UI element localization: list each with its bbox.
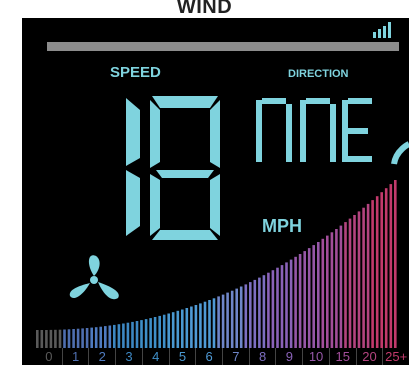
intensity-bar bbox=[181, 309, 184, 348]
intensity-bar bbox=[307, 248, 311, 348]
intensity-bar bbox=[253, 279, 257, 348]
scale-tick: 9 bbox=[275, 348, 302, 365]
intensity-bar bbox=[221, 294, 225, 348]
intensity-bar bbox=[339, 225, 343, 348]
intensity-bar bbox=[226, 292, 229, 348]
intensity-bar bbox=[258, 277, 261, 348]
intensity-bar bbox=[36, 330, 39, 348]
intensity-bar bbox=[239, 286, 243, 348]
intensity-bar bbox=[108, 325, 112, 348]
intensity-bar bbox=[353, 215, 356, 348]
scale-tick: 0 bbox=[45, 349, 53, 364]
intensity-bar bbox=[303, 251, 306, 348]
intensity-bar bbox=[380, 192, 383, 348]
intensity-bar bbox=[271, 270, 275, 348]
intensity-bar bbox=[90, 327, 93, 348]
scale-ticks: 0 1 2 3 4 5 6 7 8 9 10 15 20 25+ bbox=[36, 348, 409, 365]
intensity-bar bbox=[149, 318, 152, 348]
intensity-bar bbox=[285, 262, 288, 348]
scale-tick: 15 bbox=[328, 348, 356, 365]
intensity-bar bbox=[81, 328, 84, 348]
intensity-bar bbox=[357, 211, 361, 348]
intensity-bar bbox=[326, 235, 329, 348]
intensity-bar bbox=[153, 317, 157, 348]
intensity-bar bbox=[99, 326, 102, 348]
intensity-bar bbox=[312, 245, 315, 348]
intensity-bar bbox=[54, 329, 57, 348]
intensity-bar bbox=[40, 330, 44, 348]
intensity-bar bbox=[167, 313, 170, 348]
intensity-bar bbox=[317, 242, 320, 348]
weather-station-display: WIND SPEED DIRECTION MPH 0 1 2 3 4 5 6 7… bbox=[0, 0, 409, 377]
intensity-bar bbox=[49, 329, 53, 348]
intensity-bar bbox=[394, 180, 397, 348]
intensity-bar bbox=[384, 188, 388, 348]
scale-tick: 6 bbox=[195, 348, 222, 365]
intensity-bar bbox=[366, 203, 370, 348]
intensity-bar bbox=[208, 300, 211, 348]
intensity-bar bbox=[126, 322, 130, 348]
wind-intensity-bars bbox=[36, 180, 397, 348]
scale-tick: 1 bbox=[61, 348, 89, 365]
lcd-panel: SPEED DIRECTION MPH 0 1 2 3 4 5 6 7 8 9 … bbox=[22, 18, 409, 365]
intensity-bar bbox=[203, 301, 207, 348]
intensity-bar bbox=[72, 329, 75, 348]
intensity-bar bbox=[85, 328, 89, 348]
scale-tick: 4 bbox=[141, 348, 169, 365]
intensity-bar bbox=[176, 310, 180, 348]
intensity-bar bbox=[276, 267, 279, 348]
intensity-bar bbox=[144, 319, 148, 348]
intensity-bar bbox=[58, 329, 62, 348]
intensity-bar bbox=[212, 298, 216, 348]
intensity-bar bbox=[294, 256, 297, 348]
intensity-bar bbox=[140, 320, 143, 348]
intensity-bar bbox=[45, 330, 48, 348]
scale-tick: 25+ bbox=[382, 348, 409, 365]
scale-tick: 20 bbox=[355, 348, 383, 365]
intensity-bar bbox=[289, 259, 293, 348]
intensity-bar bbox=[389, 184, 393, 348]
intensity-bar bbox=[131, 321, 134, 348]
intensity-bar bbox=[298, 254, 302, 348]
intensity-bar bbox=[171, 312, 175, 348]
intensity-bar bbox=[63, 329, 66, 348]
scale-tick: 5 bbox=[168, 348, 196, 365]
intensity-bar bbox=[335, 229, 338, 348]
scale-tick: 10 bbox=[302, 348, 329, 365]
intensity-bar bbox=[122, 323, 125, 348]
intensity-bar bbox=[262, 275, 266, 348]
intensity-bar bbox=[362, 207, 365, 348]
display-title: WIND bbox=[176, 0, 233, 18]
intensity-bar bbox=[371, 200, 374, 348]
intensity-bar bbox=[244, 284, 248, 348]
intensity-bar bbox=[344, 222, 347, 348]
intensity-bar bbox=[158, 315, 161, 348]
intensity-bar bbox=[375, 196, 379, 348]
scale-tick: 8 bbox=[248, 348, 276, 365]
intensity-bar bbox=[117, 324, 121, 348]
intensity-bar bbox=[321, 238, 325, 348]
intensity-bar bbox=[348, 218, 352, 348]
intensity-bar bbox=[217, 296, 220, 348]
scale-tick: 7 bbox=[222, 348, 249, 365]
intensity-bar bbox=[194, 305, 198, 348]
intensity-bar bbox=[185, 308, 189, 348]
intensity-bar bbox=[267, 272, 270, 348]
intensity-bar bbox=[190, 306, 193, 348]
scale-tick: 3 bbox=[115, 348, 142, 365]
intensity-bar bbox=[280, 265, 284, 348]
intensity-bar bbox=[135, 321, 139, 348]
intensity-bar bbox=[330, 232, 334, 348]
intensity-bar bbox=[67, 329, 71, 348]
scale-tick: 2 bbox=[88, 348, 115, 365]
intensity-bar bbox=[249, 282, 252, 348]
intensity-bar bbox=[104, 326, 107, 348]
intensity-bar bbox=[230, 290, 234, 348]
intensity-bar bbox=[235, 288, 238, 348]
intensity-bar bbox=[76, 328, 80, 348]
intensity-bar bbox=[199, 303, 202, 348]
intensity-bar bbox=[162, 314, 166, 348]
intensity-bar bbox=[94, 327, 98, 348]
intensity-bar bbox=[113, 324, 116, 348]
